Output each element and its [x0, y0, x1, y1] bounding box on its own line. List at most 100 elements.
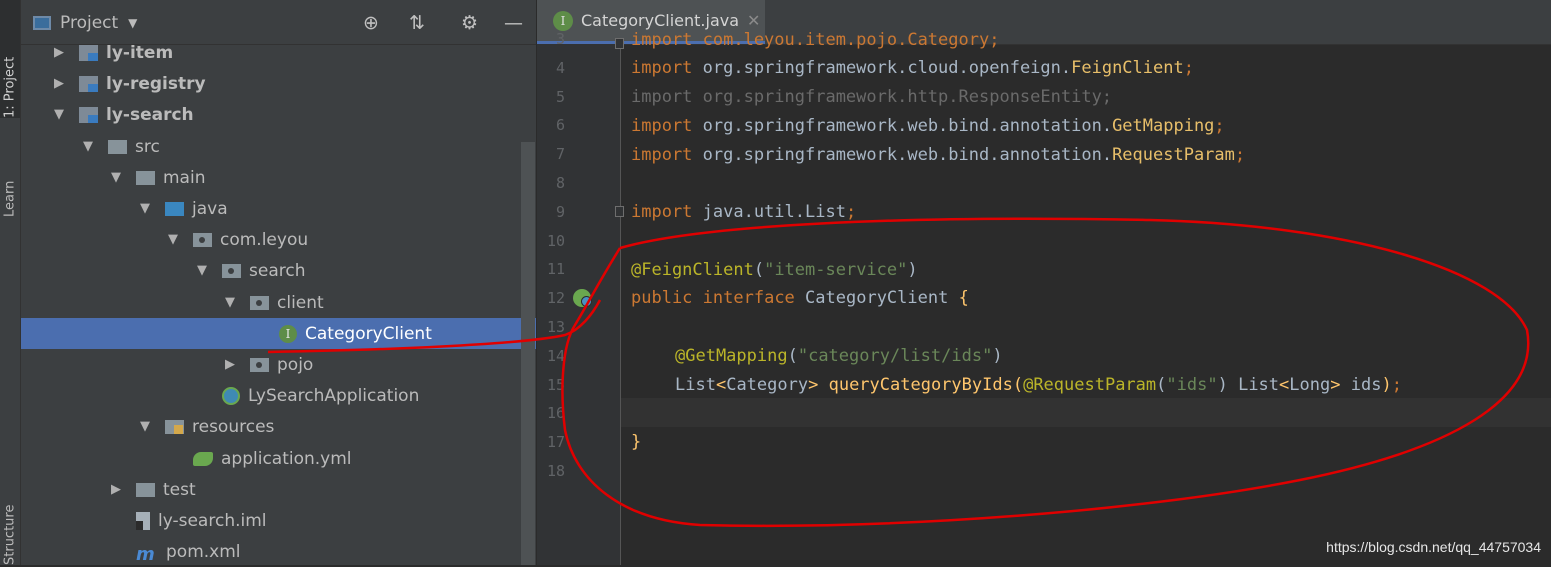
package-path: org.springframework.web.bind.annotation. [692, 145, 1113, 165]
semicolon: ; [1234, 145, 1246, 165]
learn-tool-tab-label: Learn [2, 180, 18, 217]
tree-row-main[interactable]: ▼ main [21, 162, 536, 193]
tree-row-label: client [277, 292, 324, 313]
line-number: 12 [546, 289, 565, 308]
current-line-highlight [621, 398, 1551, 427]
param-name: ids [1350, 375, 1382, 395]
code-line-15[interactable]: List<Category> queryCategoryByIds(@Reque… [675, 375, 1402, 395]
code-line-7[interactable]: import org.springframework.web.bind.anno… [631, 145, 1245, 165]
line-number: 6 [555, 116, 565, 135]
tree-row-label: LySearchApplication [248, 385, 420, 406]
collapse-arrow-icon[interactable]: ▶ [106, 482, 126, 497]
keyword: interface [702, 288, 795, 308]
tree-row-java[interactable]: ▼ java [21, 193, 536, 224]
tree-row-ly-item[interactable]: ▶ ly-item [21, 37, 536, 68]
code-line-14[interactable]: @GetMapping("category/list/ids") [675, 346, 1003, 366]
tree-row-label: src [135, 136, 160, 157]
keyword: public [631, 288, 693, 308]
semicolon: ; [1214, 116, 1225, 136]
expand-arrow-icon[interactable]: ▼ [135, 201, 155, 216]
tree-row-label: java [192, 198, 228, 219]
source-folder-icon [165, 201, 184, 216]
project-view-icon [33, 16, 51, 30]
gutter-divider [620, 44, 621, 565]
code-line-17[interactable]: } [631, 432, 641, 452]
collapse-arrow-icon[interactable]: ▶ [220, 357, 240, 372]
code-line-3-text: import com.leyou.item.pojo.Category; [631, 30, 1000, 50]
tree-row-resources[interactable]: ▼ resources [21, 411, 536, 442]
locate-file-icon[interactable]: ⊕ [363, 12, 379, 34]
tree-row-client[interactable]: ▼ client [21, 287, 536, 318]
code-line-11[interactable]: @FeignClient("item-service") [631, 260, 918, 280]
tree-row-label: resources [192, 416, 275, 437]
learn-tool-tab[interactable]: Learn [0, 142, 20, 217]
interface-name: CategoryClient [805, 288, 949, 308]
fold-marker-icon[interactable] [615, 206, 624, 217]
angle-bracket: > [808, 375, 819, 395]
tree-row-label: search [249, 260, 306, 281]
expand-arrow-icon[interactable]: ▼ [135, 419, 155, 434]
implementation-gutter-icon[interactable] [573, 289, 592, 307]
code-line-9[interactable]: import java.util.List; [631, 202, 856, 222]
tree-row-categoryclient[interactable]: I CategoryClient [21, 318, 536, 349]
hide-panel-icon[interactable]: — [504, 12, 523, 34]
project-scrollbar[interactable] [521, 142, 535, 565]
paren: ( [787, 346, 798, 366]
interface-icon: I [279, 324, 297, 343]
expand-arrow-icon[interactable]: ▼ [78, 139, 98, 154]
tree-row-test[interactable]: ▶ test [21, 474, 536, 505]
package-icon [250, 357, 269, 372]
code-line-4[interactable]: import org.springframework.cloud.openfei… [631, 58, 1194, 78]
tree-row-pom-xml[interactable]: m pom.xml [21, 536, 536, 567]
expand-arrow-icon[interactable]: ▼ [163, 232, 183, 247]
yaml-file-icon [193, 451, 213, 466]
paren: ( [1156, 375, 1167, 395]
project-view-selector[interactable]: Project ▼ [33, 12, 137, 34]
tree-row-application-yml[interactable]: application.yml [21, 443, 536, 474]
tree-row-com-leyou[interactable]: ▼ com.leyou [21, 224, 536, 255]
folder-icon [136, 482, 155, 497]
tree-row-lysearchapplication[interactable]: LySearchApplication [21, 380, 536, 411]
structure-tool-tab[interactable]: Structure [0, 470, 20, 565]
fold-marker-icon[interactable] [615, 38, 624, 49]
tree-row-label: ly-search.iml [158, 510, 267, 531]
tree-row-ly-search-iml[interactable]: ly-search.iml [21, 505, 536, 536]
module-folder-icon [79, 44, 98, 61]
paren: ( [753, 260, 765, 280]
tree-row-ly-search[interactable]: ▼ ly-search [21, 99, 536, 130]
collapse-all-icon[interactable]: ⇅ [409, 12, 425, 34]
code-line-5[interactable]: import org.springframework.http.Response… [631, 87, 1112, 107]
package-path: org.springframework.web.bind.annotation. [692, 116, 1113, 136]
code-line-6[interactable]: import org.springframework.web.bind.anno… [631, 116, 1225, 136]
package-icon [222, 263, 241, 278]
code-line-12[interactable]: public interface CategoryClient { [631, 288, 969, 308]
module-folder-icon [79, 106, 98, 123]
return-type-param: Category [726, 375, 809, 395]
project-panel: Project ▼ ⊕ ⇅ ⚙ — ▶ ly-item ▶ ly-registry ▼ l… [21, 0, 536, 565]
tree-row-src[interactable]: ▼ src [21, 131, 536, 162]
tree-row-search[interactable]: ▼ search [21, 255, 536, 286]
tree-row-label: CategoryClient [305, 323, 432, 344]
line-number: 14 [546, 346, 565, 365]
collapse-arrow-icon[interactable]: ▶ [49, 45, 69, 60]
collapse-arrow-icon[interactable]: ▶ [49, 76, 69, 91]
module-folder-icon [79, 75, 98, 92]
method-name: queryCategoryByIds [828, 375, 1013, 395]
expand-arrow-icon[interactable]: ▼ [192, 263, 212, 278]
project-tool-tab-label: 1: Project [2, 56, 18, 118]
expand-arrow-icon[interactable]: ▼ [220, 295, 240, 310]
return-type: List [675, 375, 716, 395]
tree-row-ly-registry[interactable]: ▶ ly-registry [21, 68, 536, 99]
code-line-3[interactable]: import com.leyou.item.pojo.Category; [631, 30, 999, 50]
gear-icon[interactable]: ⚙ [461, 12, 478, 34]
tree-row-label: ly-search [106, 104, 194, 125]
close-icon[interactable]: ✕ [747, 11, 760, 30]
line-number: 15 [546, 375, 565, 394]
unused-import-text: import org.springframework.http.Response… [631, 87, 1113, 107]
expand-arrow-icon[interactable]: ▼ [106, 170, 126, 185]
expand-arrow-icon[interactable]: ▼ [49, 107, 69, 122]
tree-row-pojo[interactable]: ▶ pojo [21, 349, 536, 380]
project-tool-tab[interactable]: 1: Project [0, 0, 20, 118]
maven-icon: m [136, 543, 155, 565]
tree-row-label: ly-item [106, 42, 174, 63]
